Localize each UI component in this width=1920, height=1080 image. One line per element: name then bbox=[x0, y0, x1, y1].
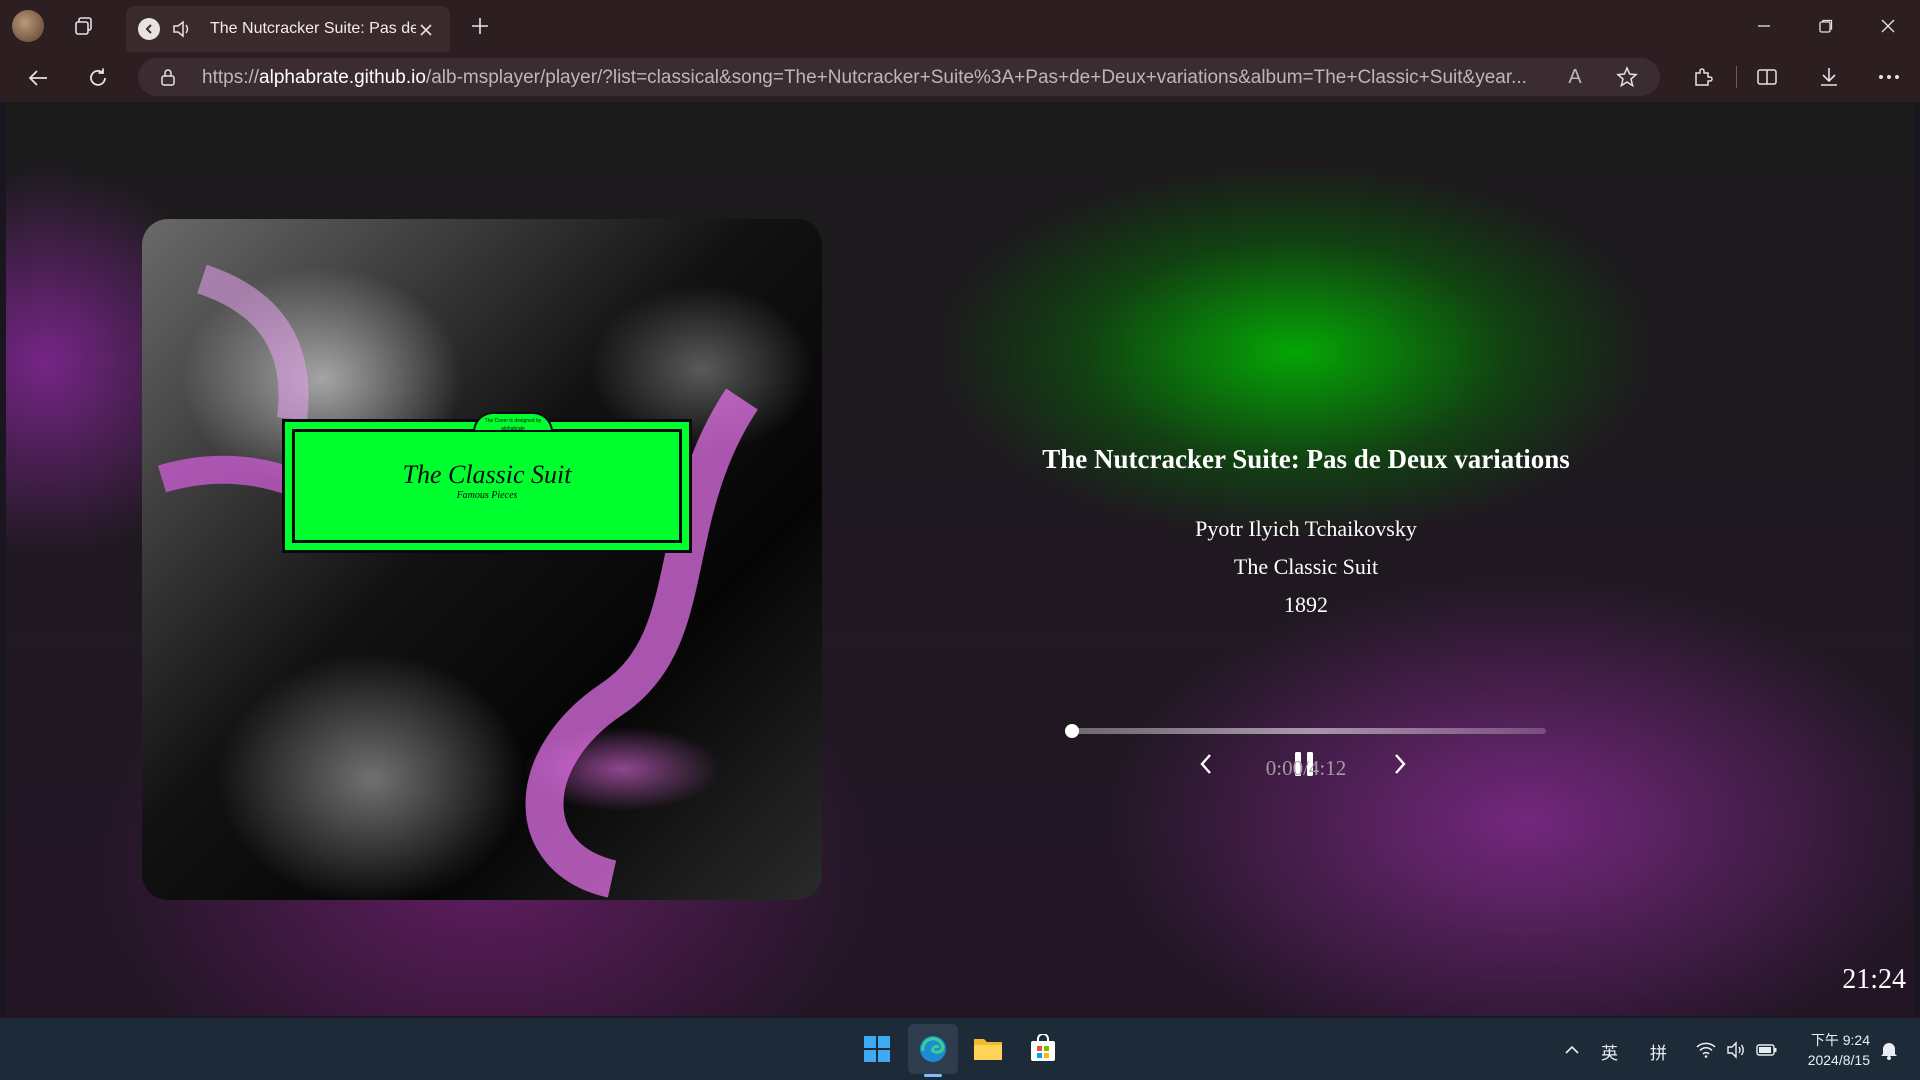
minimize-icon[interactable] bbox=[1740, 12, 1788, 40]
tray-time: 下午 9:24 bbox=[1810, 1032, 1870, 1048]
address-bar[interactable]: https://alphabrate.github.io/alb-msplaye… bbox=[138, 58, 1660, 96]
tab-close-icon[interactable] bbox=[416, 20, 436, 40]
store-icon bbox=[1031, 1034, 1055, 1061]
tray-clock[interactable]: 下午 9:24 2024/8/15 bbox=[1790, 1030, 1870, 1070]
song-title: The Nutcracker Suite: Pas de Deux variat… bbox=[1042, 444, 1570, 474]
url-text[interactable]: https://alphabrate.github.io/alb-msplaye… bbox=[202, 67, 1542, 89]
progress-bar[interactable] bbox=[1065, 724, 1546, 738]
favorite-star-icon[interactable] bbox=[1614, 65, 1640, 89]
refresh-icon[interactable] bbox=[82, 62, 114, 94]
back-icon[interactable] bbox=[22, 62, 54, 94]
taskbar: 英 拼 下午 9:24 2024/8/15 bbox=[0, 1018, 1920, 1080]
folder-icon bbox=[974, 1039, 1002, 1060]
battery-icon[interactable] bbox=[1754, 1038, 1780, 1062]
toolbar-divider bbox=[1736, 66, 1737, 88]
progress-knob[interactable] bbox=[1065, 724, 1079, 738]
tray-overflow-chevron-icon[interactable] bbox=[1560, 1038, 1584, 1062]
ime-language[interactable]: 英 bbox=[1601, 1039, 1618, 1064]
extensions-icon[interactable] bbox=[1688, 62, 1718, 92]
new-tab-icon[interactable] bbox=[466, 12, 494, 40]
windows-logo-icon bbox=[864, 1036, 890, 1062]
taskbar-store-button[interactable] bbox=[1018, 1024, 1068, 1074]
tab-audio-icon[interactable] bbox=[170, 18, 194, 40]
tray-date: 2024/8/15 bbox=[1807, 1052, 1870, 1068]
album-label-subtitle: Famous Pieces bbox=[456, 490, 518, 501]
label-credit: The Cover is designed by alphabrate bbox=[473, 412, 553, 432]
read-aloud-label: A bbox=[1568, 65, 1582, 88]
volume-icon[interactable] bbox=[1724, 1038, 1748, 1062]
close-window-icon[interactable] bbox=[1864, 12, 1912, 40]
browser-tab-active[interactable]: The Nutcracker Suite: Pas de Deux variat… bbox=[126, 6, 450, 52]
lock-icon[interactable] bbox=[158, 67, 178, 87]
clock: 21:24 bbox=[1842, 964, 1906, 995]
notification-bell-icon[interactable] bbox=[1876, 1038, 1902, 1062]
more-menu-icon[interactable] bbox=[1874, 62, 1904, 92]
url-path: /alb-msplayer/player/?list=classical&son… bbox=[425, 67, 1527, 88]
url-scheme: https:// bbox=[202, 67, 260, 88]
player-page: The Cover is designed by alphabrate The … bbox=[6, 102, 1914, 1016]
url-host: alphabrate.github.io bbox=[259, 67, 426, 88]
release-year: 1892 bbox=[1284, 592, 1328, 617]
start-button[interactable] bbox=[852, 1024, 902, 1074]
read-aloud-icon[interactable]: A bbox=[1562, 65, 1588, 89]
active-app-indicator bbox=[924, 1074, 942, 1077]
album-label: The Cover is designed by alphabrate The … bbox=[292, 412, 682, 543]
album-label-title: The Classic Suit bbox=[402, 460, 572, 489]
taskbar-explorer-button[interactable] bbox=[963, 1024, 1013, 1074]
time-display: 0:00/4:12 bbox=[1265, 756, 1347, 780]
downloads-icon[interactable] bbox=[1814, 62, 1844, 92]
profile-avatar[interactable] bbox=[12, 10, 44, 42]
taskbar-edge-button[interactable] bbox=[908, 1024, 958, 1074]
tab-title: The Nutcracker Suite: Pas de Deux variat… bbox=[210, 20, 416, 37]
restore-icon[interactable] bbox=[1802, 12, 1850, 40]
album-cover: The Cover is designed by alphabrate The … bbox=[142, 219, 822, 900]
artist-name: Pyotr Ilyich Tchaikovsky bbox=[1195, 516, 1417, 541]
workspaces-icon[interactable] bbox=[70, 12, 98, 40]
browser-titlebar: The Nutcracker Suite: Pas de Deux variat… bbox=[0, 0, 1920, 52]
edge-icon bbox=[920, 1036, 946, 1062]
tab-favicon-icon bbox=[138, 18, 160, 40]
album-name: The Classic Suit bbox=[1233, 554, 1379, 579]
wifi-icon[interactable] bbox=[1694, 1038, 1718, 1062]
ime-mode[interactable]: 拼 bbox=[1650, 1039, 1667, 1064]
cover-decoration bbox=[157, 264, 758, 898]
split-screen-icon[interactable] bbox=[1752, 62, 1782, 92]
